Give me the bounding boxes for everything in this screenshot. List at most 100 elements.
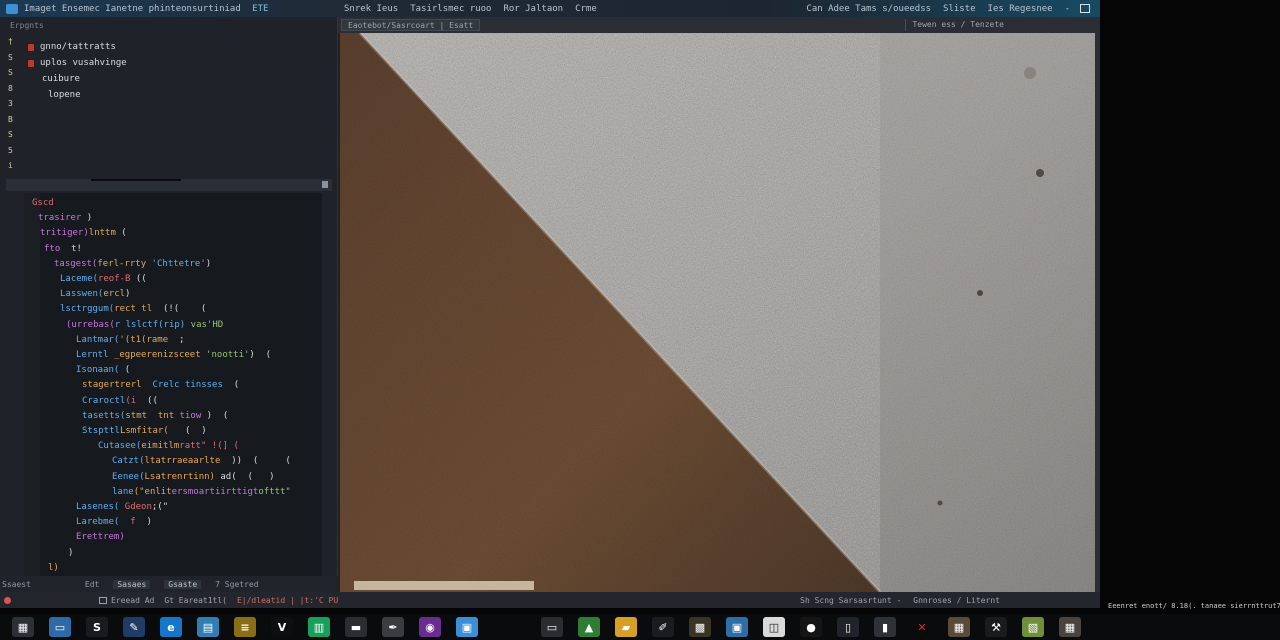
tree-items: gnno/tattratts uplos vusahvinge cuibure … [28,39,127,103]
quote-icon[interactable]: S [86,617,108,637]
draw-icon[interactable]: ✐ [652,617,674,637]
tree-item-file[interactable]: cuibure [28,71,127,87]
menu-item-1[interactable]: Snrek Ieus [344,4,398,14]
status-right-item[interactable]: Sh Scng Sarsasrtunt - [800,596,901,605]
brush-icon[interactable]: ✎ [123,617,145,637]
panel-toggle-icon[interactable] [99,596,107,604]
code-line[interactable]: ) [68,547,73,559]
window-icon[interactable]: ▭ [49,617,71,637]
right-menu: Can Adee Tams s/oueedss Sliste Ies Reges… [806,4,1070,14]
terminal-icon[interactable]: ▬ [345,617,367,637]
photo-icon[interactable]: ▣ [456,617,478,637]
status-segment[interactable]: E|/dleatid | |t:'C PU [237,596,338,605]
pen-icon[interactable]: ✒ [382,617,404,637]
code-token: Lsmfitar( [119,426,169,436]
code-token: ( [115,228,127,239]
camera-icon[interactable]: ● [800,617,822,637]
stain-spot [1036,169,1044,177]
code-line[interactable]: Erettrem) [76,531,125,543]
pin-icon[interactable] [322,181,328,188]
error-indicator-icon[interactable] [4,596,11,604]
taskbar-left-group: ▦ ▭ S ✎ e ▤ ≡ V ▥ ▬ ✒ ◉ ▣ [12,617,493,637]
code-line[interactable]: Cutasee(eimitlmratt" !(] ( [98,440,239,452]
code-token: Cutasee( [98,441,142,452]
code-line[interactable]: Catzt(ltatrraeaarlte )) ( ( [112,455,291,467]
code-line[interactable]: Lasswen(ercl) [60,288,130,300]
tablet-icon[interactable]: ▮ [874,617,896,637]
canvas-scrollbar[interactable] [1095,33,1100,592]
chart-icon[interactable]: ▧ [1022,617,1044,637]
tab-bar-info[interactable]: Tewen ess / Tenzete [905,19,1010,31]
code-line[interactable]: tasgest(ferl-rrty 'Chttetre') [54,258,211,270]
media-icon[interactable]: ◉ [419,617,441,637]
code-line[interactable]: Lasenes( Gdeon;(" [76,501,168,513]
gallery-icon[interactable]: ▤ [197,617,219,637]
menu-item-3[interactable]: Ror Jaltaon [503,4,563,14]
code-editor[interactable]: Gscd trasirer ) tritiger)lnttm ( fto t! tasg… [24,193,322,577]
code-line[interactable]: Eenee(Lsatrenrtinn) ad( ( ) [112,471,275,483]
tree-item-file[interactable]: lopene [28,87,127,103]
panel-status-item[interactable]: Ssaest [2,580,31,589]
status-segment[interactable]: Gt Eareat1tl( [164,596,227,605]
code-token: tasgest( [54,258,98,269]
tools-icon[interactable]: ⚒ [985,617,1007,637]
sheet-icon[interactable]: ▥ [308,617,330,637]
display-icon[interactable]: ▭ [541,617,563,637]
panel-status-item[interactable]: 7 Sgetred [215,580,258,589]
right-menu-item-1[interactable]: Can Adee Tams s/oueedss [806,4,931,14]
right-menu-item-2[interactable]: Sliste [943,4,976,14]
code-line[interactable]: StspttlLsmfitar( ( ) [82,425,207,437]
texture-icon[interactable]: ▦ [1059,617,1081,637]
code-line[interactable]: fto t! [44,243,82,255]
code-line[interactable]: Craroctl(i (( [82,395,158,407]
panel-status-item[interactable]: Edt [85,580,99,589]
right-menu-item-4[interactable]: - [1065,4,1070,14]
tree-item-folder[interactable]: uplos vusahvinge [28,55,127,71]
code-line[interactable]: Larebme( f ) [76,516,152,528]
code-line[interactable]: Lantmar('(t1(rame ; [76,334,184,346]
code-line[interactable]: tasetts(stmt tnt tiow ) ( [82,410,228,422]
panel-status-item[interactable]: Sasaes [113,579,151,589]
x-icon[interactable]: ✕ [911,617,933,637]
panel-status-item[interactable]: Gsaste [164,579,202,589]
status-right-item[interactable]: Gnnroses / Liternt [913,596,1000,605]
code-token: (( [136,395,158,406]
code-line[interactable]: Laceme(reof-B (( [60,273,147,285]
right-menu-item-3[interactable]: Ies Regesnee [988,4,1053,14]
thumb-icon[interactable]: ▦ [948,617,970,637]
scan-icon[interactable]: ◫ [763,617,785,637]
editor-split-bar[interactable] [6,179,332,191]
menu-item-4[interactable]: Crme [575,4,597,14]
code-line[interactable]: Isonaan( ( [76,364,130,376]
code-line[interactable]: lane("enlitersmoartiirttigtofttt" [112,486,291,498]
notes-icon[interactable]: ≡ [234,617,256,637]
code-line[interactable]: trasirer ) [38,212,92,224]
menu-item-2[interactable]: Tasirlsmec ruoo [410,4,491,14]
image-icon[interactable]: ▲ [578,617,600,637]
status-segment[interactable]: Ereead Ad [111,596,154,605]
code-line[interactable]: stagertrerl Crelc tinsses ( [82,379,239,391]
vim-icon[interactable]: V [271,617,293,637]
browser-icon[interactable]: e [160,617,182,637]
folder-icon[interactable]: ▰ [615,617,637,637]
code-token: ; [168,334,185,345]
pattern-icon[interactable]: ▩ [689,617,711,637]
grid-icon[interactable]: ▦ [12,617,34,637]
code-line[interactable]: (urrebas(r lslctf(rip) vas'HD [66,319,223,331]
maximize-button[interactable] [1080,4,1090,13]
code-token: ersmoartiirttigt [171,486,259,497]
phone-icon[interactable]: ▯ [837,617,859,637]
tree-item-root[interactable]: gnno/tattratts [28,39,127,55]
image-canvas[interactable] [340,33,1095,592]
stain-spot [937,500,943,506]
code-line[interactable]: tritiger)lnttm ( [40,227,127,239]
stain-spot [977,290,983,296]
monitor-icon[interactable]: ▣ [726,617,748,637]
code-line[interactable]: lsctrggum(rect tl (!( ( [60,303,206,315]
code-token: Lsatrenrtinn) [144,471,215,482]
image-tab[interactable]: Eaotebot/Sasrcoart | Esatt [341,19,481,31]
code-line[interactable]: Lerntl _egpeerenizsceet 'nootti') ( [76,349,271,361]
code-token: ("enlit [133,486,172,497]
code-line[interactable]: l) [48,562,59,574]
code-line[interactable]: Gscd [32,197,54,209]
